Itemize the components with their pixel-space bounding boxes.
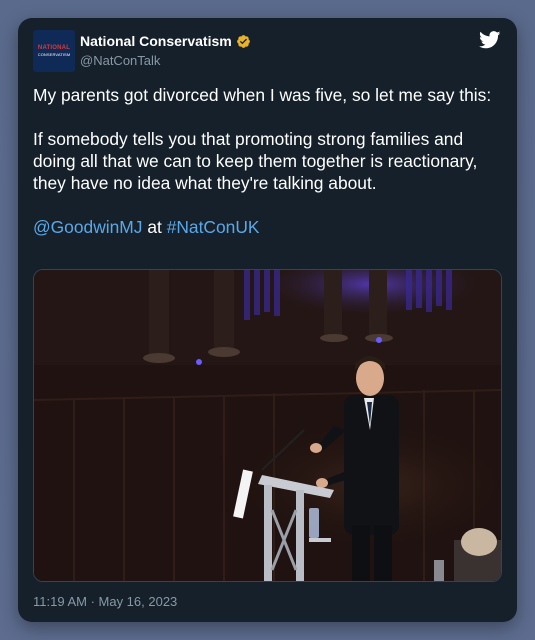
author-name-row: National Conservatism	[80, 33, 251, 50]
mention-link[interactable]: @GoodwinMJ	[33, 217, 142, 237]
tweet-text: My parents got divorced when I was five,…	[33, 84, 509, 238]
connector-text: at	[147, 217, 162, 237]
author-display-name[interactable]: National Conservatism	[80, 33, 232, 50]
hashtag-link[interactable]: #NatConUK	[167, 217, 260, 237]
avatar-text-line2: CONSERVATISM	[37, 52, 71, 57]
tweet-paragraph-1: My parents got divorced when I was five,…	[33, 85, 492, 105]
tweet-paragraph-3: @GoodwinMJ at #NatConUK	[33, 216, 509, 238]
avatar[interactable]: NATIONAL CONSERVATISM	[33, 30, 75, 72]
tweet-media-photo[interactable]	[33, 269, 502, 582]
avatar-text-line1: NATIONAL	[37, 45, 71, 51]
tweet-paragraph-2: If somebody tells you that promoting str…	[33, 129, 478, 193]
author-handle[interactable]: @NatConTalk	[80, 53, 160, 69]
verified-badge-icon	[236, 35, 250, 48]
tweet-timestamp[interactable]: 11:19 AM · May 16, 2023	[33, 594, 177, 610]
photo-speaker-at-podium	[34, 270, 501, 581]
twitter-bird-icon[interactable]	[479, 31, 501, 49]
tweet-card[interactable]: NATIONAL CONSERVATISM National Conservat…	[18, 18, 517, 622]
